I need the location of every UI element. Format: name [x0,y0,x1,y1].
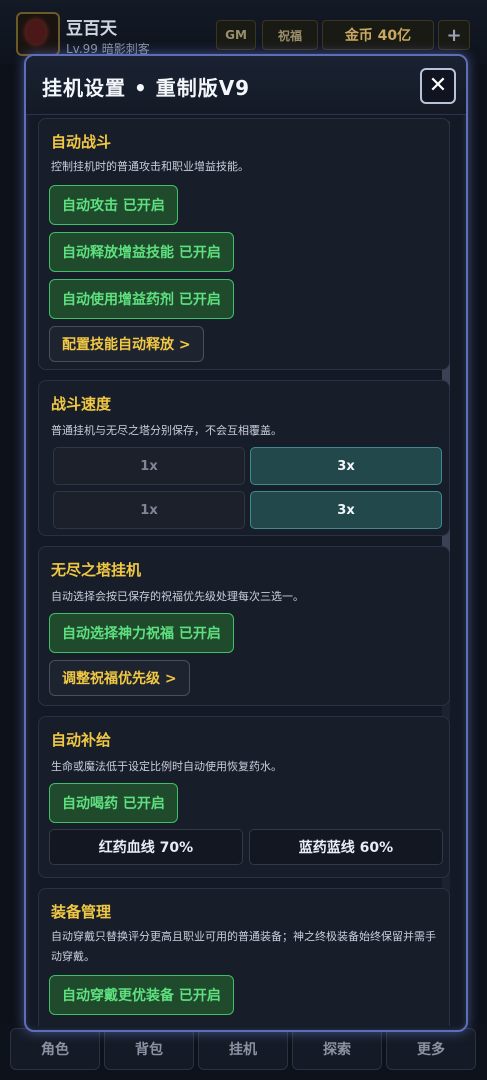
section-endless-tower: 无尽之塔挂机 自动选择会按已保存的祝福优先级处理每次三选一。 自动选择神力祝福 … [38,546,450,706]
section-title: 装备管理 [51,903,112,921]
nav-idle[interactable]: 挂机 [198,1028,288,1070]
gold-display: 金币 40亿 [322,20,434,50]
idle-settings-modal: 挂机设置 • 重制版V9 ✕ 自动战斗 控制挂机时的普通攻击和职业增益技能。 自… [24,54,468,1032]
toggle-auto-attack[interactable]: 自动攻击 已开启 [49,185,178,225]
speed-tower-3x[interactable]: 3x [250,491,442,529]
section-title: 战斗速度 [51,395,112,413]
speed-normal-1x[interactable]: 1x [53,447,245,485]
section-auto-battle: 自动战斗 控制挂机时的普通攻击和职业增益技能。 自动攻击 已开启 自动释放增益技… [38,118,450,370]
modal-body: 自动战斗 控制挂机时的普通攻击和职业增益技能。 自动攻击 已开启 自动释放增益技… [38,118,450,1026]
nav-bag[interactable]: 背包 [104,1028,194,1070]
add-gold-button[interactable]: + [438,20,470,50]
toggle-auto-buff-skill[interactable]: 自动释放增益技能 已开启 [49,232,234,272]
bottom-nav: 角色 背包 挂机 探索 更多 [0,1024,487,1080]
gm-button[interactable]: GM [216,20,256,50]
modal-title: 挂机设置 • 重制版V9 [42,76,251,100]
section-desc: 自动穿戴只替换评分更高且职业可用的普通装备；神之终极装备始终保留并需手动穿戴。 [51,930,436,963]
close-button[interactable]: ✕ [420,68,456,104]
section-equipment: 装备管理 自动穿戴只替换评分更高且职业可用的普通装备；神之终极装备始终保留并需手… [38,888,450,1026]
section-desc: 控制挂机时的普通攻击和职业增益技能。 [51,160,249,173]
section-battle-speed: 战斗速度 普通挂机与无尽之塔分别保存，不会互相覆盖。 1x 3x 1x 3x [38,380,450,536]
section-title: 自动战斗 [51,133,112,151]
toggle-auto-blessing[interactable]: 自动选择神力祝福 已开启 [49,613,234,653]
hp-threshold[interactable]: 红药血线 70% [49,829,243,865]
section-desc: 自动选择会按已保存的祝福优先级处理每次三选一。 [51,590,304,603]
nav-character[interactable]: 角色 [10,1028,100,1070]
toggle-auto-buff-potion[interactable]: 自动使用增益药剂 已开启 [49,279,234,319]
config-skills-button[interactable]: 配置技能自动释放 > [49,326,204,362]
speed-tower-1x[interactable]: 1x [53,491,245,529]
section-title: 自动补给 [51,731,112,749]
section-title: 无尽之塔挂机 [51,561,142,579]
modal-header: 挂机设置 • 重制版V9 ✕ [26,56,466,115]
background-left [0,64,26,1024]
avatar[interactable] [16,12,60,56]
blessing-priority-button[interactable]: 调整祝福优先级 > [49,660,190,696]
mp-threshold[interactable]: 蓝药蓝线 60% [249,829,443,865]
player-name: 豆百天 [66,19,117,39]
close-icon: ✕ [428,73,448,98]
section-desc: 生命或魔法低于设定比例时自动使用恢复药水。 [51,760,282,773]
nav-explore[interactable]: 探索 [292,1028,382,1070]
toggle-auto-equip[interactable]: 自动穿戴更优装备 已开启 [49,975,234,1015]
section-auto-supply: 自动补给 生命或魔法低于设定比例时自动使用恢复药水。 自动喝药 已开启 红药血线… [38,716,450,878]
nav-more[interactable]: 更多 [386,1028,476,1070]
section-desc: 普通挂机与无尽之塔分别保存，不会互相覆盖。 [51,424,282,437]
speed-normal-3x[interactable]: 3x [250,447,442,485]
toggle-auto-potion[interactable]: 自动喝药 已开启 [49,783,178,823]
blessing-button[interactable]: 祝福 [262,20,318,50]
